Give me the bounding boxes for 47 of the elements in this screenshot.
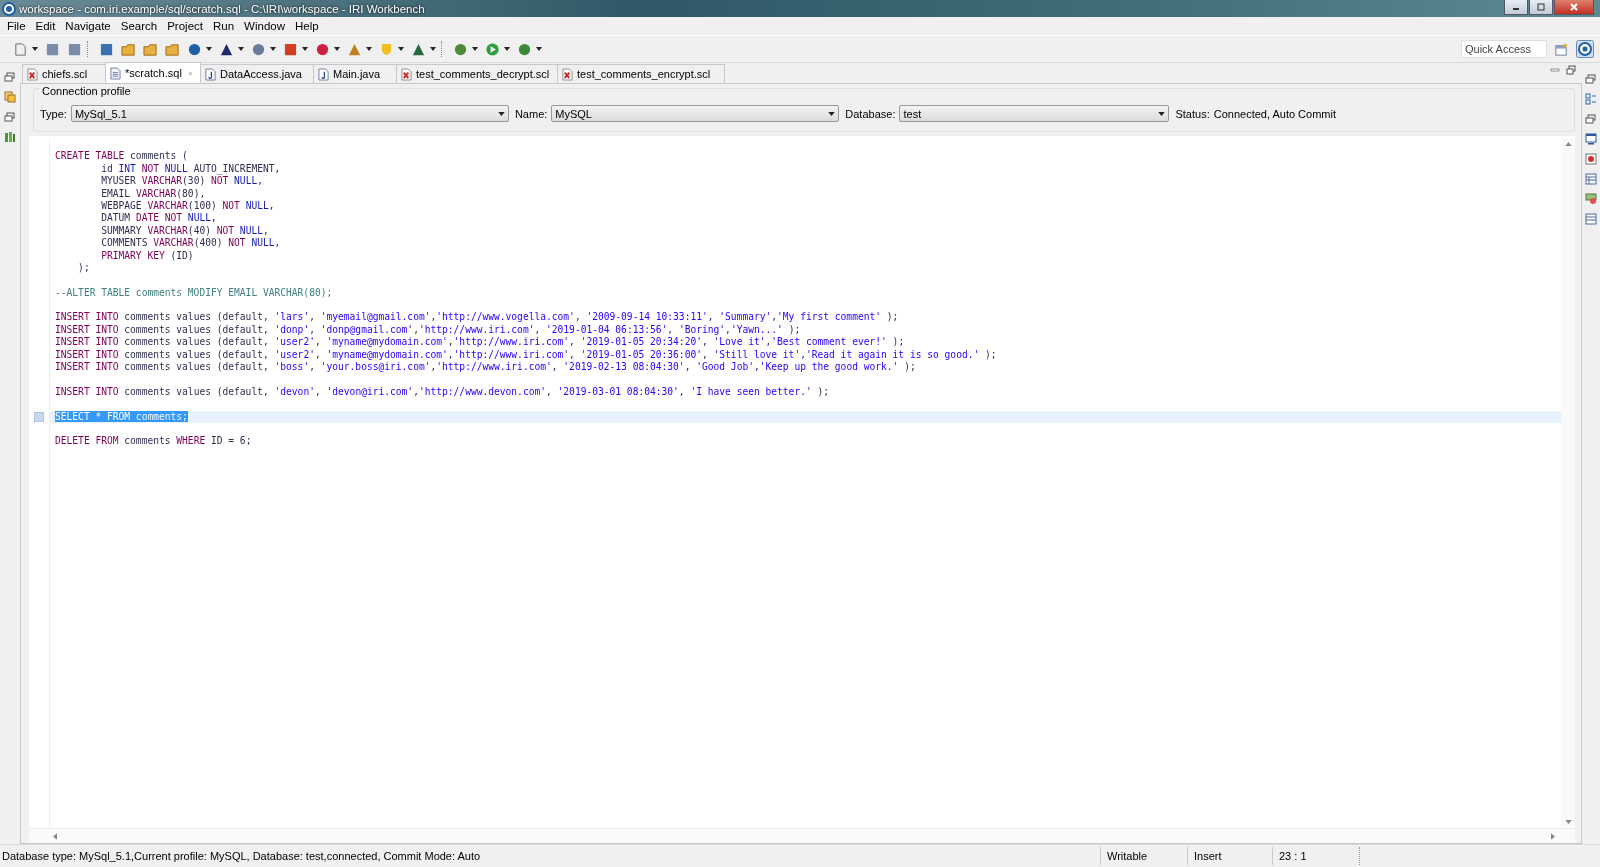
code-line: DATUM DATE NOT NULL, <box>100 212 217 224</box>
editor-tab[interactable]: test_comments_encrypt.scl <box>557 64 725 83</box>
code-line: --ALTER TABLE comments MODIFY EMAIL VARCHAR(80); <box>55 286 333 298</box>
code-line: PRIMARY KEY (ID) <box>100 249 194 261</box>
code-line: INSERT INTO comments values (default, 'boss', 'your.boss@iri.com','http://www.iri.com', '2019-02-13 08:04:30', 'Good Job','Keep up the good work.' ); <box>55 361 916 373</box>
code-line: INSERT INTO comments values (default, 'devon', 'devon@iri.com','http://www.devon.com', '2019-03-01 08:04:30', 'I have seen better.' ); <box>55 385 830 397</box>
dropdown-field[interactable]: MySql_5.1 <box>70 105 509 122</box>
menu-item[interactable]: Help <box>290 20 324 32</box>
code-line: MYUSER VARCHAR(30) NOT NULL, <box>100 175 263 187</box>
menu-item[interactable]: Navigate <box>60 20 116 32</box>
dropdown-field[interactable]: MySQL <box>551 105 840 122</box>
menu-item[interactable]: Project <box>162 20 208 32</box>
cursor-position: 23 : 1 <box>1272 847 1360 865</box>
status-message: Database type: MySql_5.1,Current profile: MySQL, Database: test,connected, Commit Mode: Auto <box>1 850 482 862</box>
editor-tab[interactable]: test_comments_decrypt.scl <box>396 64 558 83</box>
code-line: DELETE FROM comments WHERE ID = 6; <box>55 435 252 447</box>
quick-access-field[interactable]: Quick Access <box>1461 40 1547 58</box>
status-label: Status: <box>1175 107 1210 120</box>
editor-tab[interactable]: chiefs.scl <box>22 64 106 83</box>
connection-status: Connected, Auto Commit <box>1213 107 1336 120</box>
code-line: INSERT INTO comments values (default, 'user2', 'myname@mydomain.com','http://www.iri.com', '2019-01-05 20:36:00', 'Still love it','Read it again it is so good.' ); <box>55 348 997 360</box>
dropdown-field[interactable]: test <box>899 105 1170 122</box>
menu-item[interactable]: File <box>2 20 31 32</box>
code-line: WEBPAGE VARCHAR(100) NOT NULL, <box>100 199 275 211</box>
field-label: Database: <box>845 107 896 120</box>
code-line: id INT NOT NULL AUTO_INCREMENT, <box>100 162 281 174</box>
write-mode: Writable <box>1100 847 1187 865</box>
editor-tab[interactable]: DataAccess.java <box>200 64 314 83</box>
window-title: workspace - com.iri.example/sql/scratch.sql - C:\IRI\workspace - IRI Workbench <box>19 2 425 15</box>
code-line: SUMMARY VARCHAR(40) NOT NULL, <box>100 224 269 236</box>
menu-item[interactable]: Search <box>115 20 163 32</box>
code-line: INSERT INTO comments values (default, 'donp', 'donp@gmail.com','http://www.iri.com', '2019-01-04 06:13:56', 'Boring','Yawn...' ); <box>55 323 801 335</box>
code-line: ); <box>77 261 90 273</box>
code-line: COMMENTS VARCHAR(400) NOT NULL, <box>100 237 281 249</box>
menu-item[interactable]: Window <box>239 20 290 32</box>
code-line: EMAIL VARCHAR(80), <box>100 187 206 199</box>
field-label: Name: <box>514 107 548 120</box>
field-label: Type: <box>40 107 67 120</box>
code-line: CREATE TABLE comments ( <box>55 150 188 162</box>
code-line: INSERT INTO comments values (default, 'lars', 'myemail@gmail.com','http://www.vogella.com', '2009-09-14 10:33:11', 'Summary','My first comment' ); <box>55 311 899 323</box>
menu-item[interactable]: Run <box>208 20 240 32</box>
insert-mode: Insert <box>1187 847 1272 865</box>
editor-tab[interactable]: *scratch.sql <box>105 62 201 83</box>
code-line: INSERT INTO comments values (default, 'user2', 'myname@mydomain.com','http://www.iri.com', '2019-01-05 20:34:20', 'Love it','Best comment ever!' ); <box>55 336 905 348</box>
group-title: Connection profile <box>40 85 133 97</box>
editor-tab[interactable]: Main.java <box>313 64 397 83</box>
menu-item[interactable]: Edit <box>30 20 61 32</box>
